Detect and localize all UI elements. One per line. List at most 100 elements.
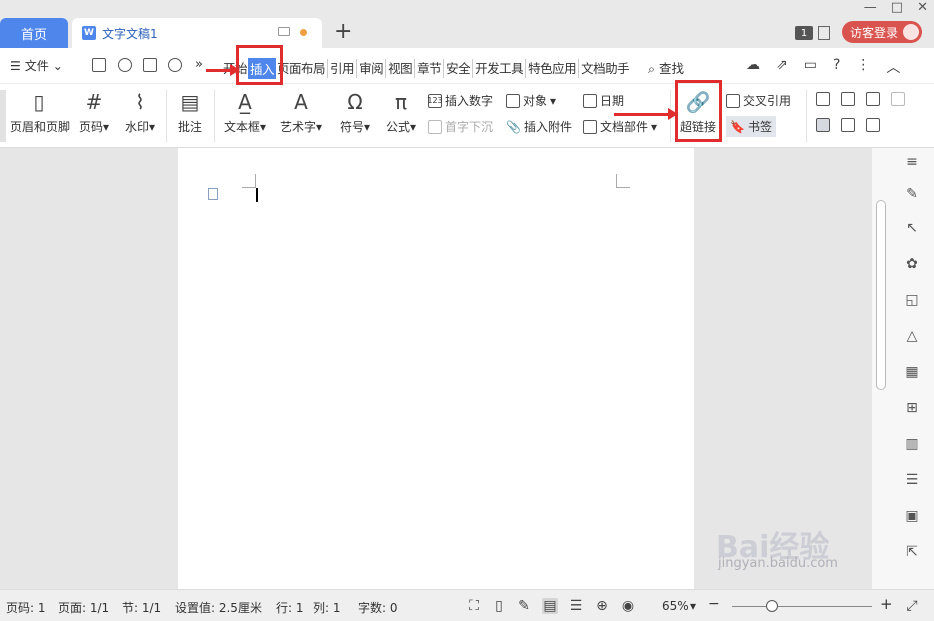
form-frame-icon[interactable] xyxy=(816,118,830,132)
attachment-button[interactable]: 📎 插入附件 xyxy=(506,118,572,135)
print-preview-icon[interactable] xyxy=(168,58,182,72)
margin-corner-right xyxy=(616,174,630,188)
close-button[interactable]: ✕ xyxy=(917,0,928,15)
object-button[interactable]: 对象 ▾ xyxy=(506,92,556,109)
title-bar: 首页 W 文字文稿1 + — □ ✕ 1 访客登录 xyxy=(0,0,934,48)
window-count-badge[interactable]: 1 xyxy=(795,26,813,40)
zoom-level[interactable]: 65% xyxy=(662,599,689,613)
tab-security[interactable]: 安全 xyxy=(445,58,471,79)
zoom-in-button[interactable]: + xyxy=(880,595,893,613)
outline-view-icon[interactable]: ☰ xyxy=(568,598,584,614)
dropcap-icon xyxy=(428,119,442,134)
cursor-icon[interactable]: ↖ xyxy=(904,220,920,236)
date-button[interactable]: 日期 xyxy=(583,92,624,109)
dropcap-label: 首字下沉 xyxy=(445,120,494,134)
doc-parts-button[interactable]: 文档部件 ▾ xyxy=(583,118,657,135)
chevron-down-icon: ⌄ xyxy=(52,58,63,73)
save-icon[interactable] xyxy=(92,58,106,72)
watermark-button[interactable]: ⌇ 水印▾ xyxy=(120,90,160,135)
arrow-to-hyperlink xyxy=(614,108,678,120)
paragraph-options-icon[interactable] xyxy=(208,188,218,200)
vertical-scrollbar[interactable] xyxy=(876,200,886,390)
style-icon[interactable]: △ xyxy=(904,328,920,344)
image-icon[interactable]: ▣ xyxy=(904,508,920,524)
window-switch-icon[interactable] xyxy=(818,26,830,40)
web-view-icon[interactable]: ⊕ xyxy=(594,598,610,614)
symbol-button[interactable]: Ω 符号▾ xyxy=(337,90,373,135)
zoom-out-button[interactable]: − xyxy=(708,596,720,612)
find-label: 查找 xyxy=(659,61,685,76)
file-menu-button[interactable]: ☰ 文件 ⌄ xyxy=(10,57,63,74)
share-icon[interactable]: ⇗ xyxy=(776,57,788,77)
zoom-slider-track[interactable] xyxy=(732,606,872,607)
settings-icon[interactable]: ☰ xyxy=(904,472,920,488)
comment-button[interactable]: ▤ 批注 xyxy=(174,90,206,135)
document-page[interactable] xyxy=(178,148,694,589)
shapes-icon[interactable]: ◱ xyxy=(904,292,920,308)
form-protect-icon[interactable] xyxy=(866,118,880,132)
eye-protect-icon[interactable]: ◉ xyxy=(620,598,636,614)
tab-page-layout[interactable]: 页面布局 xyxy=(276,58,326,79)
fit-window-icon[interactable]: ⤢ xyxy=(904,598,920,614)
badge-icon[interactable]: ✿ xyxy=(904,256,920,272)
text-cursor xyxy=(256,188,258,202)
ribbon-scroll-left[interactable] xyxy=(0,90,6,142)
bookmark-button[interactable]: 🔖 书签 xyxy=(726,116,776,137)
more-options-icon[interactable]: ⋮ xyxy=(856,57,870,77)
form-checkbox-icon[interactable] xyxy=(841,92,855,106)
share-icon[interactable]: ⇱ xyxy=(904,544,920,560)
tab-developer[interactable]: 开发工具 xyxy=(474,58,524,79)
form-text-icon[interactable] xyxy=(816,92,830,106)
write-mode-icon[interactable]: ✎ xyxy=(516,598,532,614)
read-mode-icon[interactable]: ▯ xyxy=(491,598,507,614)
form-dropdown-icon[interactable] xyxy=(866,92,880,106)
tab-references[interactable]: 引用 xyxy=(329,58,355,79)
tab-review[interactable]: 审阅 xyxy=(358,58,384,79)
form-reset-icon[interactable] xyxy=(841,118,855,132)
tab-document[interactable]: W 文字文稿1 xyxy=(72,18,322,48)
attachment-label: 插入附件 xyxy=(523,120,572,134)
collapse-ribbon-icon[interactable]: ︿ xyxy=(886,57,900,77)
insert-number-button[interactable]: 123 插入数字 xyxy=(427,92,493,109)
textbox-button[interactable]: A̲ 文本框▾ xyxy=(222,90,268,135)
sidebar-menu-icon[interactable]: ≡ xyxy=(904,154,920,170)
tab-doc-assistant[interactable]: 文档助手 xyxy=(580,58,630,79)
chevron-down-icon[interactable]: ▾ xyxy=(690,599,696,613)
find-button[interactable]: ⌕ 查找 xyxy=(648,58,684,77)
tab-view[interactable]: 视图 xyxy=(387,58,413,79)
apps-icon[interactable]: ⊞ xyxy=(904,400,920,416)
monitor-icon[interactable] xyxy=(278,27,290,36)
pen-icon[interactable]: ✎ xyxy=(904,186,920,202)
tab-features[interactable]: 特色应用 xyxy=(527,58,577,79)
wordart-button[interactable]: A 艺术字▾ xyxy=(278,90,324,135)
tab-home[interactable]: 首页 xyxy=(0,18,68,48)
page-number-button[interactable]: # 页码▾ xyxy=(76,90,112,135)
format-painter-icon[interactable] xyxy=(118,58,132,72)
print-icon[interactable] xyxy=(143,58,157,72)
new-tab-button[interactable]: + xyxy=(334,20,352,44)
form-picture-icon[interactable] xyxy=(891,92,905,106)
chart-icon[interactable]: ▥ xyxy=(904,436,920,452)
collaborate-icon[interactable]: ▭ xyxy=(804,57,817,77)
minimize-button[interactable]: — xyxy=(864,0,877,15)
dropcap-button[interactable]: 首字下沉 xyxy=(428,118,493,135)
tab-section[interactable]: 章节 xyxy=(416,58,442,79)
status-page-number[interactable]: 页码: 1 xyxy=(6,599,46,616)
status-word-count[interactable]: 字数: 0 xyxy=(358,599,398,616)
header-footer-button[interactable]: ▯ 页眉和页脚 xyxy=(10,90,70,135)
status-setting: 设置值: 2.5厘米 xyxy=(175,601,262,615)
zoom-slider-handle[interactable] xyxy=(766,600,778,612)
textbox-label: 文本框 xyxy=(223,120,260,134)
help-icon[interactable]: ? xyxy=(833,57,840,77)
formula-button[interactable]: π 公式▾ xyxy=(383,90,419,135)
cross-reference-button[interactable]: 交叉引用 xyxy=(726,92,791,109)
guest-login-button[interactable]: 访客登录 xyxy=(842,21,922,43)
page-number-icon: # xyxy=(85,90,103,114)
watermark-icon: ⌇ xyxy=(135,90,145,114)
more-icon[interactable]: » xyxy=(195,57,203,72)
page-view-icon[interactable]: ▤ xyxy=(542,598,558,614)
cloud-icon[interactable]: ☁ xyxy=(746,57,760,77)
maximize-button[interactable]: □ xyxy=(891,0,903,15)
fullscreen-icon[interactable]: ⛶ xyxy=(466,598,482,614)
table-icon[interactable]: ▦ xyxy=(904,364,920,380)
